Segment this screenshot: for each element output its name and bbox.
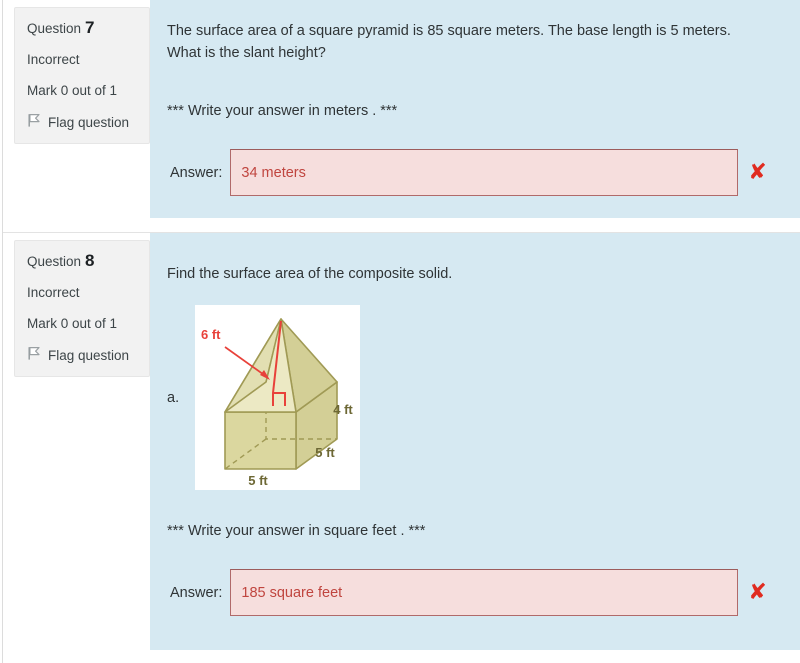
figure-label-slant-height: 6 ft — [201, 327, 221, 342]
incorrect-cross-icon: ✘ — [748, 159, 767, 185]
answer-input-7[interactable]: 34 meters — [230, 149, 739, 196]
flag-icon — [27, 346, 41, 364]
figure-label-depth: 5 ft — [315, 445, 335, 460]
flag-question-button-8[interactable]: Flag question — [27, 346, 137, 364]
incorrect-cross-icon: ✘ — [748, 579, 767, 605]
question-number-8: 8 — [85, 251, 95, 270]
question-number-7: 7 — [85, 18, 95, 37]
flag-question-label-8: Flag question — [48, 347, 130, 363]
question-content-8: Find the surface area of the composite s… — [150, 233, 800, 650]
question-mark-8: Mark 0 out of 1 — [27, 316, 118, 331]
question-instruction-7: *** Write your answer in meters . *** — [167, 103, 398, 119]
question-status-7: Incorrect — [27, 52, 80, 67]
question-content-7: The surface area of a square pyramid is … — [150, 0, 800, 218]
flag-question-label-7: Flag question — [48, 114, 130, 130]
question-status-8: Incorrect — [27, 285, 80, 300]
question-text-8: Find the surface area of the composite s… — [167, 266, 453, 282]
question-info-panel-7: Question 7 Incorrect Mark 0 out of 1 Flag… — [14, 7, 150, 144]
answer-value-8: 185 square feet — [241, 584, 343, 601]
question-label-8: Question — [27, 254, 82, 269]
answer-label-7: Answer: — [170, 164, 223, 181]
question-text-7: The surface area of a square pyramid is … — [167, 23, 731, 61]
answer-row-7: Answer: 34 meters ✘ — [170, 149, 778, 196]
answer-value-7: 34 meters — [241, 164, 306, 181]
question-block-8: Question 8 Incorrect Mark 0 out of 1 Flag… — [3, 232, 800, 663]
figure-option-letter: a. — [167, 389, 180, 406]
answer-input-8[interactable]: 185 square feet — [230, 569, 739, 616]
question-number-line-8: Question 8 — [27, 252, 137, 270]
question-label-7: Question — [27, 21, 82, 36]
figure-label-prism-height: 4 ft — [333, 402, 353, 417]
question-mark-7: Mark 0 out of 1 — [27, 83, 118, 98]
figure-label-base-width: 5 ft — [248, 473, 268, 488]
answer-label-8: Answer: — [170, 584, 223, 601]
question-number-line-7: Question 7 — [27, 19, 137, 37]
answer-row-8: Answer: 185 square feet ✘ — [170, 569, 778, 616]
flag-icon — [27, 113, 41, 131]
figure-row-8: a. 6 ft 4 ft 5 ft 5 ft — [167, 305, 778, 490]
composite-solid-figure: 6 ft 4 ft 5 ft 5 ft — [195, 305, 360, 490]
question-block-7: Question 7 Incorrect Mark 0 out of 1 Flag… — [3, 0, 800, 232]
question-instruction-8: *** Write your answer in square feet . *… — [167, 523, 426, 539]
flag-question-button-7[interactable]: Flag question — [27, 113, 137, 131]
question-info-panel-8: Question 8 Incorrect Mark 0 out of 1 Flag… — [14, 240, 150, 377]
